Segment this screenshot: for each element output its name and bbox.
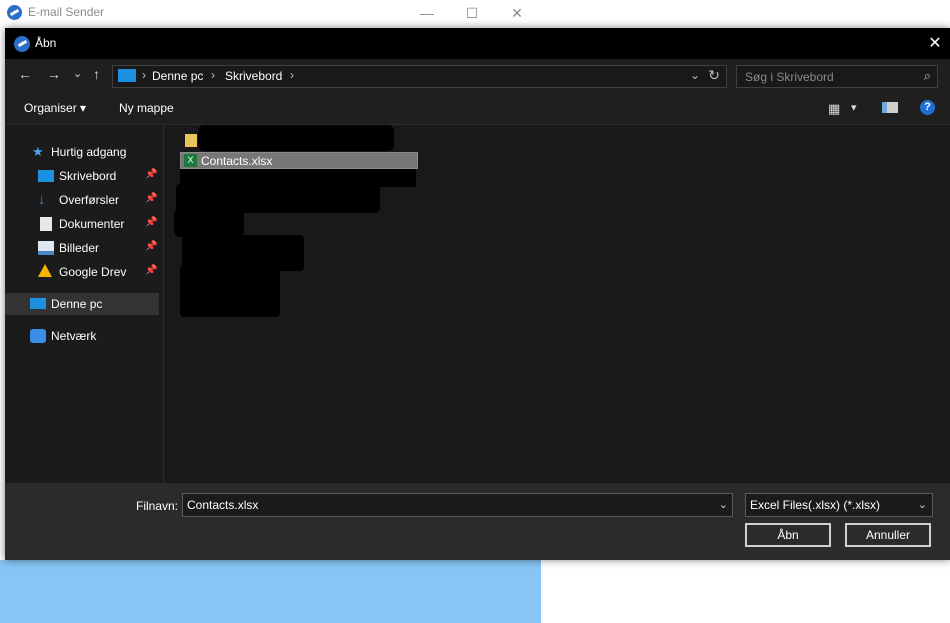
desktop-icon xyxy=(38,170,54,182)
filename-input[interactable]: Contacts.xlsx ⌄ xyxy=(182,493,733,517)
back-arrow-icon[interactable]: ← xyxy=(18,66,32,82)
breadcrumb-separator: › xyxy=(142,68,146,82)
sidebar-item-overforsler[interactable]: ↓ Overførsler 📌 xyxy=(5,189,159,211)
breadcrumb-separator: › xyxy=(290,68,294,82)
redacted-area xyxy=(198,125,394,151)
dialog-footer: Filnavn: Contacts.xlsx ⌄ Excel Files(.xl… xyxy=(5,483,950,560)
filetype-chevron-icon: ⌄ xyxy=(917,499,927,511)
google-drive-icon xyxy=(38,264,52,277)
sidebar-item-label: Billeder xyxy=(59,241,100,255)
breadcrumb-denne-pc[interactable]: Denne pc xyxy=(152,69,203,83)
sidebar-item-quick-access[interactable]: ★ Hurtig adgang xyxy=(5,141,159,163)
filetype-value: Excel Files(.xlsx) (*.xlsx) xyxy=(750,498,881,512)
redacted-area xyxy=(180,265,280,317)
this-pc-icon xyxy=(30,298,46,309)
sidebar-item-label: Dokumenter xyxy=(59,217,125,231)
sidebar-item-label: Overførsler xyxy=(59,193,119,207)
preview-pane-icon[interactable] xyxy=(882,102,898,113)
cancel-button[interactable]: Annuller xyxy=(845,523,931,547)
breadcrumb-skrivebord[interactable]: Skrivebord xyxy=(225,69,282,83)
navigation-pane: ★ Hurtig adgang Skrivebord 📌 ↓ Overførsl… xyxy=(5,125,164,483)
sidebar-item-label: Netværk xyxy=(51,329,97,343)
filename-value: Contacts.xlsx xyxy=(187,498,259,512)
view-menu-chevron-icon[interactable]: ▾ xyxy=(851,101,857,114)
dialog-title-bar: Åbn ✕ xyxy=(5,28,950,59)
minimize-button[interactable]: — xyxy=(404,0,450,26)
this-pc-icon xyxy=(118,69,136,82)
dialog-title: Åbn xyxy=(35,36,57,50)
dialog-close-button[interactable]: ✕ xyxy=(920,28,950,59)
redacted-area xyxy=(174,209,244,237)
pin-icon[interactable]: 📌 xyxy=(145,265,157,276)
search-box[interactable]: Søg i Skrivebord ⌕ xyxy=(736,65,938,88)
help-icon[interactable]: ? xyxy=(920,100,935,115)
maximize-button[interactable]: ☐ xyxy=(449,0,495,26)
command-bar: Organiser ▾ Ny mappe ▦ ▾ ? xyxy=(5,92,950,125)
view-options-icon[interactable]: ▦ xyxy=(828,101,840,117)
pin-icon[interactable]: 📌 xyxy=(145,169,157,180)
pin-icon[interactable]: 📌 xyxy=(145,217,157,228)
filename-dropdown-chevron-icon[interactable]: ⌄ xyxy=(719,498,728,511)
pin-icon[interactable]: 📌 xyxy=(145,193,157,204)
recent-locations-chevron-icon[interactable]: ⌄ xyxy=(73,67,82,80)
parent-title-bar: E-mail Sender — ☐ ✕ xyxy=(0,0,541,26)
address-dropdown-chevron-icon[interactable]: ⌄ xyxy=(690,68,700,82)
up-arrow-icon[interactable]: ↑ xyxy=(93,66,100,82)
document-icon xyxy=(40,217,52,231)
address-bar[interactable]: › Denne pc › Skrivebord › ⌄ ↻ xyxy=(112,65,727,88)
pin-icon[interactable]: 📌 xyxy=(145,241,157,252)
folder-icon xyxy=(185,134,197,147)
pictures-icon xyxy=(38,241,54,255)
sidebar-item-label: Hurtig adgang xyxy=(51,145,127,159)
network-icon xyxy=(30,329,46,343)
dialog-app-icon xyxy=(14,36,30,52)
navigation-bar: ← → ⌄ ↑ › Denne pc › Skrivebord › ⌄ ↻ Sø… xyxy=(5,59,950,92)
sidebar-item-google-drev[interactable]: Google Drev 📌 xyxy=(5,261,159,283)
parent-background-area xyxy=(0,560,541,623)
filetype-select[interactable]: Excel Files(.xlsx) (*.xlsx) ⌄ xyxy=(745,493,933,517)
sidebar-item-skrivebord[interactable]: Skrivebord 📌 xyxy=(5,165,159,187)
sidebar-item-label: Denne pc xyxy=(51,297,103,311)
excel-file-icon: X xyxy=(184,154,197,167)
forward-arrow-icon[interactable]: → xyxy=(47,66,61,82)
parent-close-button[interactable]: ✕ xyxy=(494,0,540,26)
download-icon: ↓ xyxy=(38,191,46,208)
star-icon: ★ xyxy=(32,144,44,159)
organize-button[interactable]: Organiser ▾ xyxy=(24,101,86,115)
new-folder-button[interactable]: Ny mappe xyxy=(119,101,174,115)
refresh-icon[interactable]: ↻ xyxy=(708,67,720,84)
parent-window-title: E-mail Sender xyxy=(28,5,105,19)
file-list: X Contacts.xlsx xyxy=(164,125,950,483)
file-name: Contacts.xlsx xyxy=(201,154,273,168)
search-icon[interactable]: ⌕ xyxy=(924,68,931,84)
list-item-contacts-xlsx[interactable]: X Contacts.xlsx xyxy=(180,152,418,169)
sidebar-item-netvaerk[interactable]: Netværk xyxy=(5,325,159,347)
sidebar-item-billeder[interactable]: Billeder 📌 xyxy=(5,237,159,259)
filename-label: Filnavn: xyxy=(136,499,179,513)
sidebar-item-dokumenter[interactable]: Dokumenter 📌 xyxy=(5,213,159,235)
sidebar-item-denne-pc[interactable]: Denne pc xyxy=(5,293,159,315)
open-button[interactable]: Åbn xyxy=(745,523,831,547)
open-file-dialog: Åbn ✕ ← → ⌄ ↑ › Denne pc › Skrivebord › … xyxy=(5,28,950,560)
app-icon xyxy=(7,5,22,20)
sidebar-item-label: Skrivebord xyxy=(59,169,117,183)
sidebar-item-label: Google Drev xyxy=(59,265,127,279)
search-placeholder: Søg i Skrivebord xyxy=(745,70,834,84)
breadcrumb-separator: › xyxy=(211,68,215,82)
